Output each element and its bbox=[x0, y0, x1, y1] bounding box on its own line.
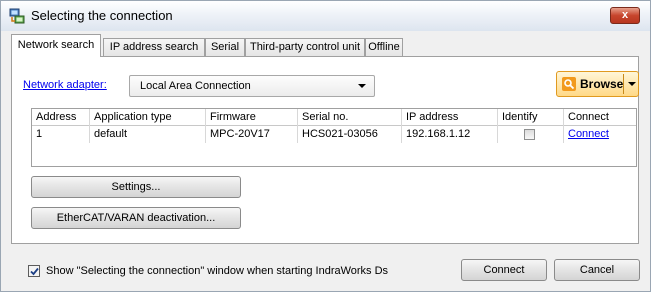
cell-serial-no: HCS021-03056 bbox=[302, 128, 378, 140]
column-header-connect[interactable]: Connect bbox=[568, 111, 609, 123]
table-header: Address Application type Firmware Serial… bbox=[32, 109, 636, 126]
table-row[interactable]: 1 default MPC-20V17 HCS021-03056 192.168… bbox=[32, 126, 636, 143]
network-adapter-value: Local Area Connection bbox=[140, 80, 251, 92]
tab-label: IP address search bbox=[109, 41, 199, 53]
connect-button-label: Connect bbox=[483, 264, 525, 276]
settings-button-label: Settings... bbox=[111, 181, 161, 193]
checkmark-icon bbox=[30, 267, 39, 276]
browse-button[interactable]: Browse bbox=[556, 71, 639, 97]
column-header-address[interactable]: Address bbox=[36, 111, 76, 123]
cell-address: 1 bbox=[36, 128, 43, 140]
cell-application-type: default bbox=[94, 128, 128, 140]
connect-link[interactable]: Connect bbox=[568, 128, 609, 140]
device-table: Address Application type Firmware Serial… bbox=[31, 108, 637, 167]
tab-ip-address-search[interactable]: IP address search bbox=[103, 38, 205, 57]
settings-button[interactable]: Settings... bbox=[31, 176, 241, 198]
column-header-ip-address[interactable]: IP address bbox=[406, 111, 458, 123]
tab-label: Serial bbox=[210, 41, 240, 53]
tab-label: Third-party control unit bbox=[249, 41, 361, 53]
browse-divider bbox=[623, 74, 624, 94]
dialog-window: Selecting the connection x Network searc… bbox=[0, 0, 651, 292]
column-header-firmware[interactable]: Firmware bbox=[210, 111, 256, 123]
column-header-identify[interactable]: Identify bbox=[502, 111, 537, 123]
identify-checkbox[interactable] bbox=[524, 129, 535, 140]
search-icon bbox=[562, 77, 576, 91]
cell-ip-address: 192.168.1.12 bbox=[406, 128, 471, 140]
show-window-checkbox[interactable] bbox=[28, 265, 40, 277]
column-header-serial-no[interactable]: Serial no. bbox=[302, 111, 348, 123]
chevron-down-icon bbox=[358, 84, 366, 88]
network-adapter-select[interactable]: Local Area Connection bbox=[129, 75, 375, 97]
title-bar[interactable]: Selecting the connection x bbox=[1, 1, 650, 31]
connect-button[interactable]: Connect bbox=[461, 259, 547, 281]
deactivation-button-label: EtherCAT/VARAN deactivation... bbox=[56, 212, 216, 224]
tab-serial[interactable]: Serial bbox=[205, 38, 245, 57]
tab-third-party-control-unit[interactable]: Third-party control unit bbox=[245, 38, 365, 57]
cancel-button[interactable]: Cancel bbox=[554, 259, 640, 281]
network-app-icon bbox=[9, 8, 25, 24]
network-adapter-link[interactable]: Network adapter: bbox=[23, 79, 107, 91]
window-title: Selecting the connection bbox=[31, 8, 173, 23]
ethercat-varan-deactivation-button[interactable]: EtherCAT/VARAN deactivation... bbox=[31, 207, 241, 229]
tab-network-search[interactable]: Network search bbox=[11, 34, 101, 57]
tab-label: Offline bbox=[368, 41, 400, 53]
close-icon: x bbox=[621, 9, 629, 21]
close-button[interactable]: x bbox=[610, 7, 640, 24]
cancel-button-label: Cancel bbox=[579, 264, 615, 276]
tab-offline[interactable]: Offline bbox=[365, 38, 403, 57]
tab-label: Network search bbox=[17, 39, 95, 51]
browse-dropdown-arrow-icon[interactable] bbox=[628, 82, 636, 86]
browse-label: Browse bbox=[580, 77, 624, 91]
cell-firmware: MPC-20V17 bbox=[210, 128, 270, 140]
column-header-application-type[interactable]: Application type bbox=[94, 111, 172, 123]
show-window-checkbox-label[interactable]: Show "Selecting the connection" window w… bbox=[46, 265, 388, 277]
